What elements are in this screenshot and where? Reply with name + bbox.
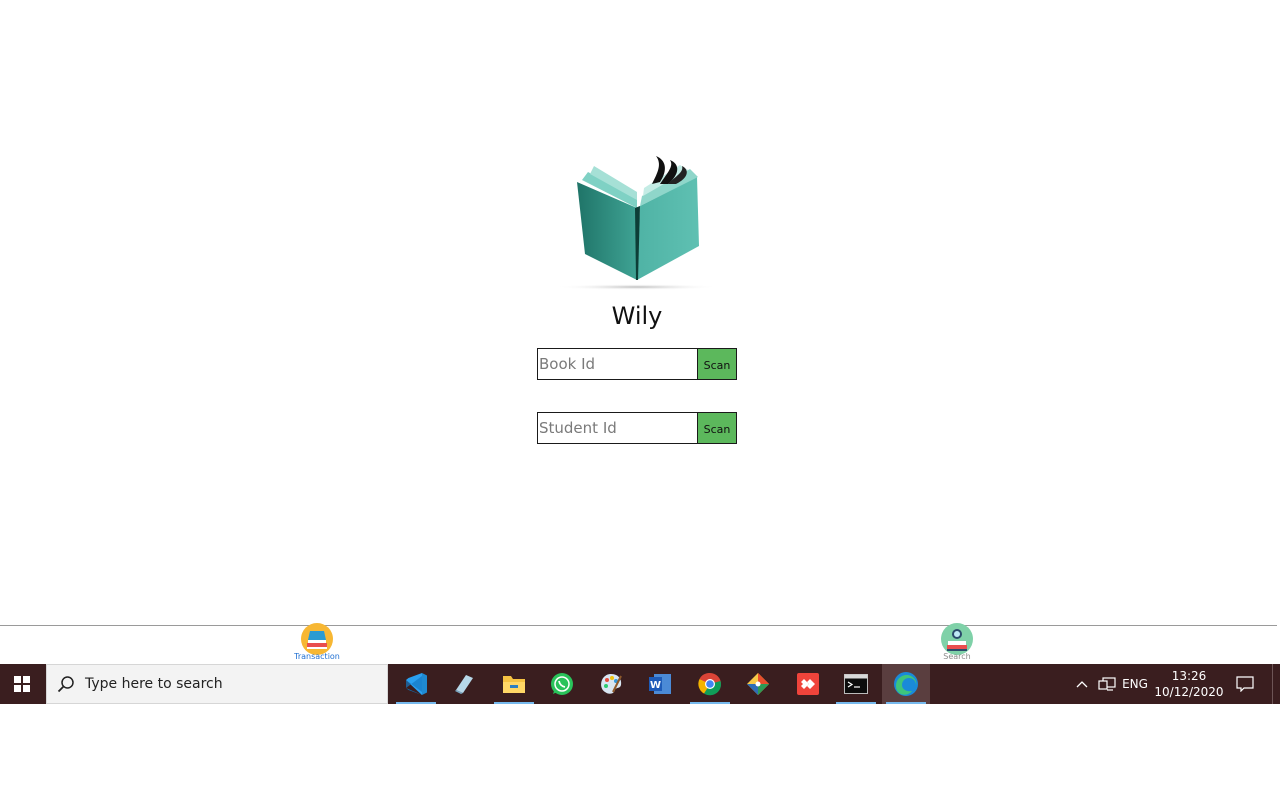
windows-logo-icon — [14, 676, 30, 692]
chevron-up-icon — [1076, 681, 1088, 688]
book-logo-icon — [555, 156, 719, 290]
anydesk-icon — [797, 673, 819, 695]
taskbar-terminal[interactable] — [832, 664, 880, 704]
svg-text:W: W — [650, 680, 661, 691]
book-stack-icon — [301, 623, 333, 655]
windows-taskbar: Type here to search W ENG 13:26 10/12/20… — [0, 664, 1280, 704]
taskbar-clock[interactable]: 13:26 10/12/2020 — [1152, 664, 1226, 704]
clock-time: 13:26 — [1171, 669, 1207, 683]
taskbar-paint[interactable] — [587, 664, 635, 704]
paint-icon — [601, 674, 622, 694]
whatsapp-icon — [551, 673, 573, 695]
student-id-input[interactable] — [537, 412, 697, 444]
tray-network-button[interactable] — [1096, 664, 1118, 704]
book-id-input[interactable] — [537, 348, 697, 380]
tab-search-label: Search — [943, 652, 971, 661]
edge-icon — [894, 672, 918, 696]
terminal-icon — [844, 674, 868, 694]
scan-student-button[interactable]: Scan — [697, 412, 737, 444]
notification-icon — [1236, 676, 1254, 692]
clock-date: 10/12/2020 — [1154, 685, 1224, 699]
taskbar-vscode[interactable] — [392, 664, 440, 704]
taskbar-git[interactable] — [734, 664, 782, 704]
taskbar-edge[interactable] — [882, 664, 930, 704]
notes-app-icon — [455, 675, 473, 694]
tray-overflow-button[interactable] — [1072, 664, 1092, 704]
network-icon — [1098, 677, 1116, 691]
taskbar-search-placeholder: Type here to search — [85, 676, 223, 692]
tab-transaction-label: Transaction — [294, 652, 340, 661]
search-icon — [57, 676, 74, 693]
app-title: Wily — [611, 302, 663, 330]
show-desktop-button[interactable] — [1272, 664, 1280, 704]
search-reader-icon — [941, 623, 973, 655]
start-button[interactable] — [0, 664, 44, 704]
file-explorer-icon — [503, 676, 525, 693]
chrome-icon — [698, 672, 722, 696]
taskbar-word[interactable]: W — [636, 664, 684, 704]
scan-book-button[interactable]: Scan — [697, 348, 737, 380]
action-center-button[interactable] — [1232, 664, 1258, 704]
language-indicator: ENG — [1122, 677, 1148, 691]
taskbar-whatsapp[interactable] — [538, 664, 586, 704]
word-icon: W — [649, 674, 671, 694]
taskbar-anydesk[interactable] — [784, 664, 832, 704]
tab-search[interactable]: Search — [922, 623, 992, 663]
taskbar-file-explorer[interactable] — [490, 664, 538, 704]
book-id-row: Scan — [537, 348, 737, 380]
taskbar-search-box[interactable]: Type here to search — [46, 664, 388, 704]
taskbar-notes[interactable] — [440, 664, 488, 704]
app-window: Wily Scan Scan Transaction — [0, 0, 1277, 664]
student-id-row: Scan — [537, 412, 737, 444]
bottom-tab-bar: Transaction Search — [0, 623, 1277, 664]
vscode-icon — [406, 673, 427, 695]
git-icon — [747, 673, 769, 695]
taskbar-chrome[interactable] — [686, 664, 734, 704]
tray-language-button[interactable]: ENG — [1120, 664, 1150, 704]
tab-transaction[interactable]: Transaction — [282, 623, 352, 663]
